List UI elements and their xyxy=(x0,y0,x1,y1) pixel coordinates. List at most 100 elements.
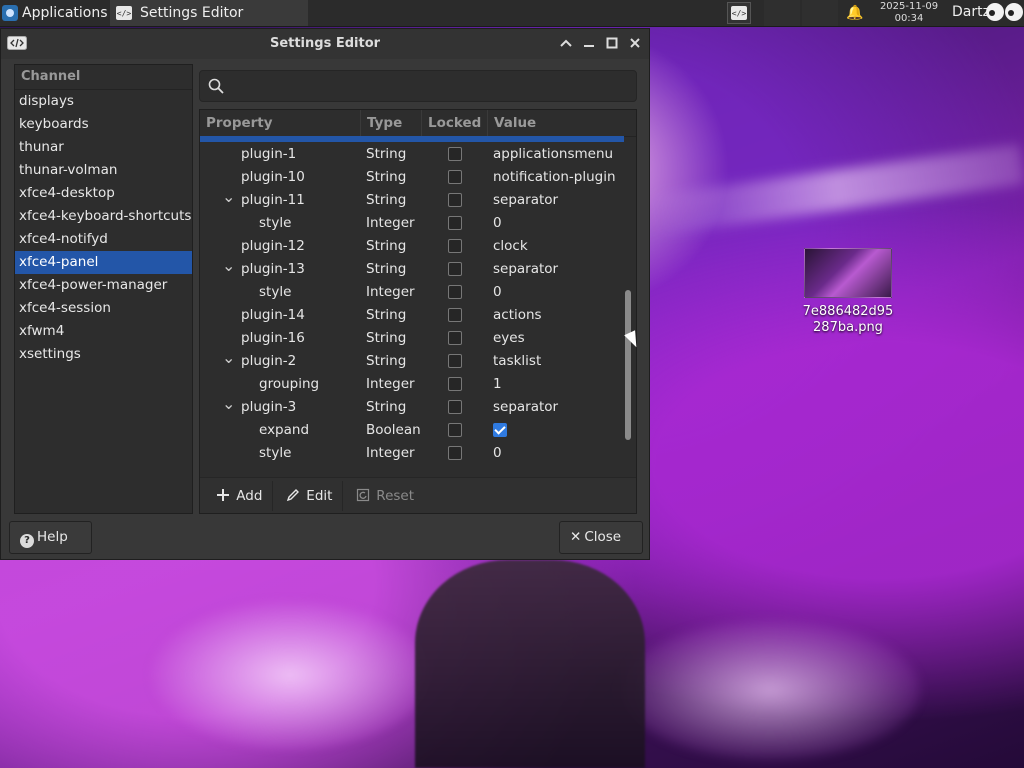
add-button[interactable]: Add xyxy=(206,481,274,511)
property-value[interactable]: 0 xyxy=(493,442,502,465)
close-window-button[interactable] xyxy=(625,33,645,53)
property-value[interactable]: applicationsmenu xyxy=(493,143,613,166)
locked-checkbox[interactable] xyxy=(448,354,462,368)
property-value[interactable]: actions xyxy=(493,304,542,327)
property-value[interactable]: separator xyxy=(493,189,558,212)
locked-checkbox[interactable] xyxy=(448,377,462,391)
minimize-button[interactable] xyxy=(579,33,599,53)
channel-item[interactable]: xfce4-notifyd xyxy=(15,228,192,251)
tree-row[interactable]: grouping Integer 1 xyxy=(200,373,624,396)
property-value[interactable]: tasklist xyxy=(493,350,541,373)
column-header-property[interactable]: Property xyxy=(200,110,361,136)
tree-row[interactable]: plugin-12 String clock xyxy=(200,235,624,258)
channel-item[interactable]: xfce4-power-manager xyxy=(15,274,192,297)
channel-item[interactable]: keyboards xyxy=(15,113,192,136)
wallpaper-pillow-right xyxy=(620,620,920,760)
channel-item[interactable]: displays xyxy=(15,90,192,113)
clock[interactable]: 2025-11-09 00:34 xyxy=(870,1,948,25)
reset-button[interactable]: Reset xyxy=(346,481,424,511)
xfce-logo-icon xyxy=(2,5,18,21)
locked-checkbox[interactable] xyxy=(448,216,462,230)
tree-row[interactable]: plugin-16 String eyes xyxy=(200,327,624,350)
property-value[interactable]: eyes xyxy=(493,327,525,350)
chevron-down-icon[interactable]: ⌄ xyxy=(222,350,235,373)
shade-button[interactable] xyxy=(556,33,576,53)
tree-row[interactable]: style Integer 0 xyxy=(200,442,624,465)
channel-item[interactable]: xfwm4 xyxy=(15,320,192,343)
column-header-value[interactable]: Value xyxy=(488,110,636,136)
help-button[interactable]: ? Help xyxy=(9,521,92,554)
desktop-file-icon[interactable]: 7e886482d95 287ba.png xyxy=(796,248,900,336)
tree-row[interactable]: plugin-10 String notification-plugin xyxy=(200,166,624,189)
close-button-label: Close xyxy=(584,529,622,545)
tree-row[interactable]: ⌄ plugin-13 String separator xyxy=(200,258,624,281)
close-button[interactable]: ✕ Close xyxy=(559,521,643,554)
property-name: plugin-10 xyxy=(241,169,305,185)
locked-checkbox[interactable] xyxy=(448,285,462,299)
taskbar-item-settings-editor[interactable]: </> Settings Editor xyxy=(110,0,308,26)
desktop-file-label: 7e886482d95 287ba.png xyxy=(802,304,894,335)
property-value[interactable]: separator xyxy=(493,258,558,281)
tree-row[interactable]: ⌄ plugin-11 String separator xyxy=(200,189,624,212)
chevron-down-icon[interactable]: ⌄ xyxy=(222,396,235,419)
property-value[interactable]: clock xyxy=(493,235,528,258)
value-checkbox[interactable] xyxy=(493,423,507,437)
tree-row[interactable]: ⌄ plugin-3 String separator xyxy=(200,396,624,419)
minimize-icon xyxy=(584,45,594,47)
property-name: plugin-12 xyxy=(241,238,305,254)
channel-header[interactable]: Channel xyxy=(15,65,192,90)
property-value[interactable]: 0 xyxy=(493,212,502,235)
locked-checkbox[interactable] xyxy=(448,446,462,460)
tree-row[interactable]: plugin-14 String actions xyxy=(200,304,624,327)
clock-date: 2025-11-09 xyxy=(879,1,939,12)
window-titlebar[interactable]: Settings Editor xyxy=(1,29,649,59)
tree-row[interactable]: ⌄ plugin-2 String tasklist xyxy=(200,350,624,373)
edit-icon xyxy=(286,489,299,502)
selected-row-partial[interactable] xyxy=(200,136,624,142)
locked-checkbox[interactable] xyxy=(448,147,462,161)
property-value[interactable]: 0 xyxy=(493,281,502,304)
property-value[interactable]: 1 xyxy=(493,373,502,396)
property-value[interactable]: separator xyxy=(493,396,558,419)
tray-code-icon[interactable]: </> xyxy=(727,2,751,24)
property-name: plugin-16 xyxy=(241,330,305,346)
property-type: Integer xyxy=(366,376,415,392)
column-header-locked[interactable]: Locked xyxy=(422,110,488,136)
search-input[interactable] xyxy=(199,70,637,102)
channel-item[interactable]: xfce4-keyboard-shortcuts xyxy=(15,205,192,228)
chevron-down-icon[interactable]: ⌄ xyxy=(222,189,235,212)
locked-checkbox[interactable] xyxy=(448,193,462,207)
channel-item[interactable]: xfce4-session xyxy=(15,297,192,320)
property-name: style xyxy=(259,215,292,231)
tree-header: Property Type Locked Value xyxy=(200,110,636,137)
tree-row[interactable]: expand Boolean xyxy=(200,419,624,442)
channel-item[interactable]: thunar xyxy=(15,136,192,159)
edit-button[interactable]: Edit xyxy=(276,481,344,511)
property-type: Integer xyxy=(366,284,415,300)
property-value[interactable]: notification-plugin xyxy=(493,166,616,189)
applications-menu-button[interactable]: Applications xyxy=(0,0,114,26)
maximize-button[interactable] xyxy=(602,33,622,53)
column-header-type[interactable]: Type xyxy=(361,110,422,136)
channel-item[interactable]: thunar-volman xyxy=(15,159,192,182)
tree-row[interactable]: plugin-1 String applicationsmenu xyxy=(200,143,624,166)
tree-row[interactable]: style Integer 0 xyxy=(200,281,624,304)
user-label[interactable]: Dartz xyxy=(952,4,990,20)
locked-checkbox[interactable] xyxy=(448,239,462,253)
locked-checkbox[interactable] xyxy=(448,331,462,345)
chevron-down-icon[interactable]: ⌄ xyxy=(222,258,235,281)
locked-checkbox[interactable] xyxy=(448,400,462,414)
channel-item[interactable]: xfce4-desktop xyxy=(15,182,192,205)
tree-row[interactable]: style Integer 0 xyxy=(200,212,624,235)
channel-item[interactable]: xsettings xyxy=(15,343,192,366)
locked-checkbox[interactable] xyxy=(448,170,462,184)
locked-checkbox[interactable] xyxy=(448,262,462,276)
close-icon xyxy=(630,38,640,48)
channel-item-selected[interactable]: xfce4-panel xyxy=(15,251,192,274)
wallpaper-pillow-left xyxy=(150,600,430,750)
locked-checkbox[interactable] xyxy=(448,308,462,322)
locked-checkbox[interactable] xyxy=(448,423,462,437)
bell-icon[interactable]: 🔔 xyxy=(846,5,863,21)
property-name: plugin-14 xyxy=(241,307,305,323)
vertical-scrollbar[interactable] xyxy=(625,290,631,440)
